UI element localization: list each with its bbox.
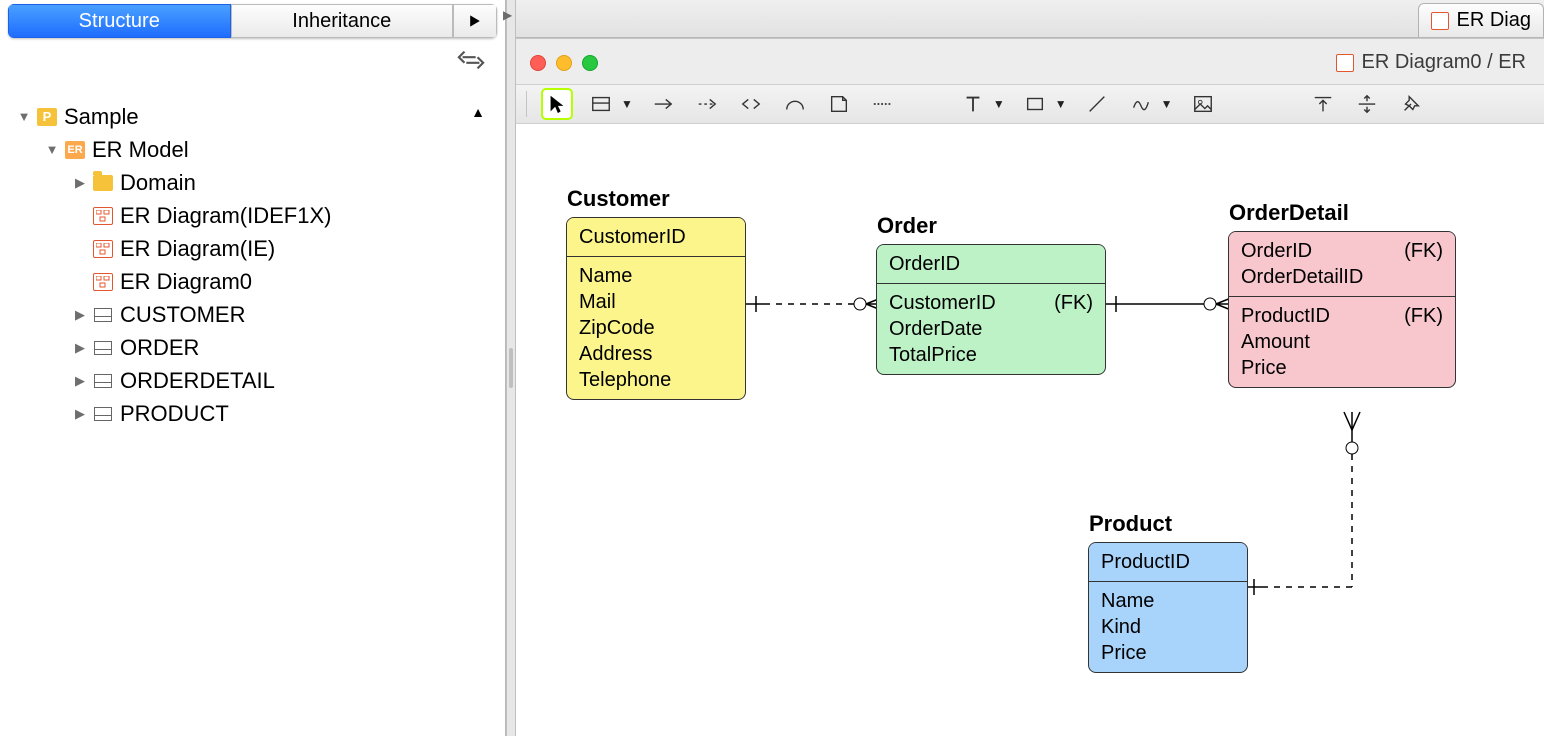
editor-area: ER Diag ER Diagram0 / ER ▼ — [516, 0, 1544, 736]
freehand-tool-dropdown[interactable]: ▼ — [1161, 97, 1173, 111]
diagram-canvas[interactable]: Customer CustomerID Name Mail ZipCode Ad… — [516, 124, 1544, 736]
pointer-tool[interactable] — [543, 90, 571, 118]
tree-item-diagram-ie[interactable]: ER Diagram(IE) — [14, 232, 493, 265]
attr-field: Price — [1241, 355, 1287, 381]
text-tool-dropdown[interactable]: ▼ — [993, 97, 1005, 111]
attr-field: Name — [579, 263, 632, 289]
tree-item-domain[interactable]: ▶ Domain — [14, 166, 493, 199]
tree-item-table-order[interactable]: ▶ ORDER — [14, 331, 493, 364]
attr-field: OrderDate — [889, 316, 982, 342]
image-tool[interactable] — [1189, 90, 1217, 118]
tree-label: CUSTOMER — [120, 302, 246, 328]
entity-product[interactable]: Product ProductID Name Kind Price — [1088, 542, 1248, 673]
tree-label: Sample — [64, 104, 139, 130]
entity-title: Customer — [567, 186, 670, 212]
vertical-splitter[interactable]: ▶ — [506, 0, 516, 736]
attr-field: Name — [1101, 588, 1154, 614]
line-tool[interactable] — [1083, 90, 1111, 118]
fk-label: (FK) — [1404, 238, 1443, 264]
pk-field: CustomerID — [579, 224, 686, 250]
tab-inheritance[interactable]: Inheritance — [231, 4, 454, 38]
tree-label: ORDERDETAIL — [120, 368, 275, 394]
tree-label: ER Diagram(IE) — [120, 236, 275, 262]
panel-menu-icon[interactable]: ▲ — [471, 104, 485, 120]
attr-field: Mail — [579, 289, 616, 315]
tree-label: ER Model — [92, 137, 189, 163]
tree-item-table-orderdetail[interactable]: ▶ ORDERDETAIL — [14, 364, 493, 397]
fk-label: (FK) — [1054, 290, 1093, 316]
entity-tool-dropdown[interactable]: ▼ — [621, 97, 633, 111]
tab-structure[interactable]: Structure — [8, 4, 231, 38]
pin-tool[interactable] — [1397, 90, 1425, 118]
rel-order-orderdetail — [1106, 294, 1236, 314]
window-title-text: ER Diagram0 / ER — [1362, 51, 1527, 74]
diagram-icon — [1431, 12, 1449, 30]
entity-title: OrderDetail — [1229, 200, 1349, 226]
rel-product-orderdetail — [1244, 412, 1384, 612]
entity-tool[interactable] — [587, 90, 615, 118]
pk-field: OrderID — [889, 251, 960, 277]
diagram-icon — [1336, 54, 1354, 72]
attr-field: Address — [579, 341, 652, 367]
minimize-window-button[interactable] — [556, 55, 572, 71]
note-tool[interactable] — [825, 90, 853, 118]
separator-tool[interactable] — [869, 90, 897, 118]
attr-field: Amount — [1241, 329, 1310, 355]
panel-tabs: Structure Inheritance — [8, 4, 497, 38]
rel-customer-order — [746, 294, 886, 314]
pk-field: ProductID — [1101, 549, 1190, 575]
tree-item-sample[interactable]: ▼P Sample — [14, 100, 471, 133]
editor-tabbar: ER Diag — [516, 0, 1544, 38]
attr-field: TotalPrice — [889, 342, 977, 368]
diagram-toolbar: ▼ ▼ ▼ ▼ — [516, 84, 1544, 124]
tree-item-table-product[interactable]: ▶ PRODUCT — [14, 397, 493, 430]
editor-tab-erdiagram[interactable]: ER Diag — [1418, 3, 1544, 37]
nonidentifying-rel-tool[interactable] — [693, 90, 721, 118]
text-tool[interactable] — [959, 90, 987, 118]
window-title: ER Diagram0 / ER — [1336, 51, 1531, 74]
rect-tool[interactable] — [1021, 90, 1049, 118]
tree-label: ORDER — [120, 335, 199, 361]
attr-field: Price — [1101, 640, 1147, 666]
close-window-button[interactable] — [530, 55, 546, 71]
entity-title: Product — [1089, 511, 1172, 537]
tree-label: ER Diagram0 — [120, 269, 252, 295]
structure-panel: Structure Inheritance ▲ ▼P Sample ▼ER ER… — [0, 0, 506, 736]
pk-field: OrderID — [1241, 238, 1312, 264]
fk-label: (FK) — [1404, 303, 1443, 329]
identifying-rel-tool[interactable] — [649, 90, 677, 118]
pk-field: OrderDetailID — [1241, 264, 1363, 290]
tree-item-ermodel[interactable]: ▼ER ER Model — [14, 133, 493, 166]
attr-field: Telephone — [579, 367, 671, 393]
tree-view[interactable]: ▼P Sample ▼ER ER Model ▶ Domain ER Diagr… — [0, 100, 505, 430]
tree-label: ER Diagram(IDEF1X) — [120, 203, 331, 229]
subtype-tool[interactable] — [781, 90, 809, 118]
attr-field: Kind — [1101, 614, 1141, 640]
entity-title: Order — [877, 213, 937, 239]
attr-field: ZipCode — [579, 315, 655, 341]
align-top-tool[interactable] — [1309, 90, 1337, 118]
tab-label: ER Diag — [1457, 9, 1531, 32]
freehand-tool[interactable] — [1127, 90, 1155, 118]
zoom-window-button[interactable] — [582, 55, 598, 71]
tree-label: Domain — [120, 170, 196, 196]
rect-tool-dropdown[interactable]: ▼ — [1055, 97, 1067, 111]
entity-customer[interactable]: Customer CustomerID Name Mail ZipCode Ad… — [566, 217, 746, 400]
tree-item-diagram-idef1x[interactable]: ER Diagram(IDEF1X) — [14, 199, 493, 232]
diagram-window: ER Diagram0 / ER ▼ ▼ ▼ ▼ — [516, 38, 1544, 736]
link-with-editor-icon[interactable] — [457, 46, 485, 74]
window-controls: ER Diagram0 / ER — [516, 39, 1544, 74]
entity-order[interactable]: Order OrderID CustomerID(FK) OrderDate T… — [876, 244, 1106, 375]
tree-label: PRODUCT — [120, 401, 229, 427]
tab-more-arrow[interactable] — [453, 4, 497, 38]
tree-item-table-customer[interactable]: ▶ CUSTOMER — [14, 298, 493, 331]
entity-orderdetail[interactable]: OrderDetail OrderID(FK) OrderDetailID Pr… — [1228, 231, 1456, 388]
attr-field: CustomerID — [889, 290, 996, 316]
attr-field: ProductID — [1241, 303, 1330, 329]
tree-item-diagram0[interactable]: ER Diagram0 — [14, 265, 493, 298]
align-middle-tool[interactable] — [1353, 90, 1381, 118]
many-many-rel-tool[interactable] — [737, 90, 765, 118]
